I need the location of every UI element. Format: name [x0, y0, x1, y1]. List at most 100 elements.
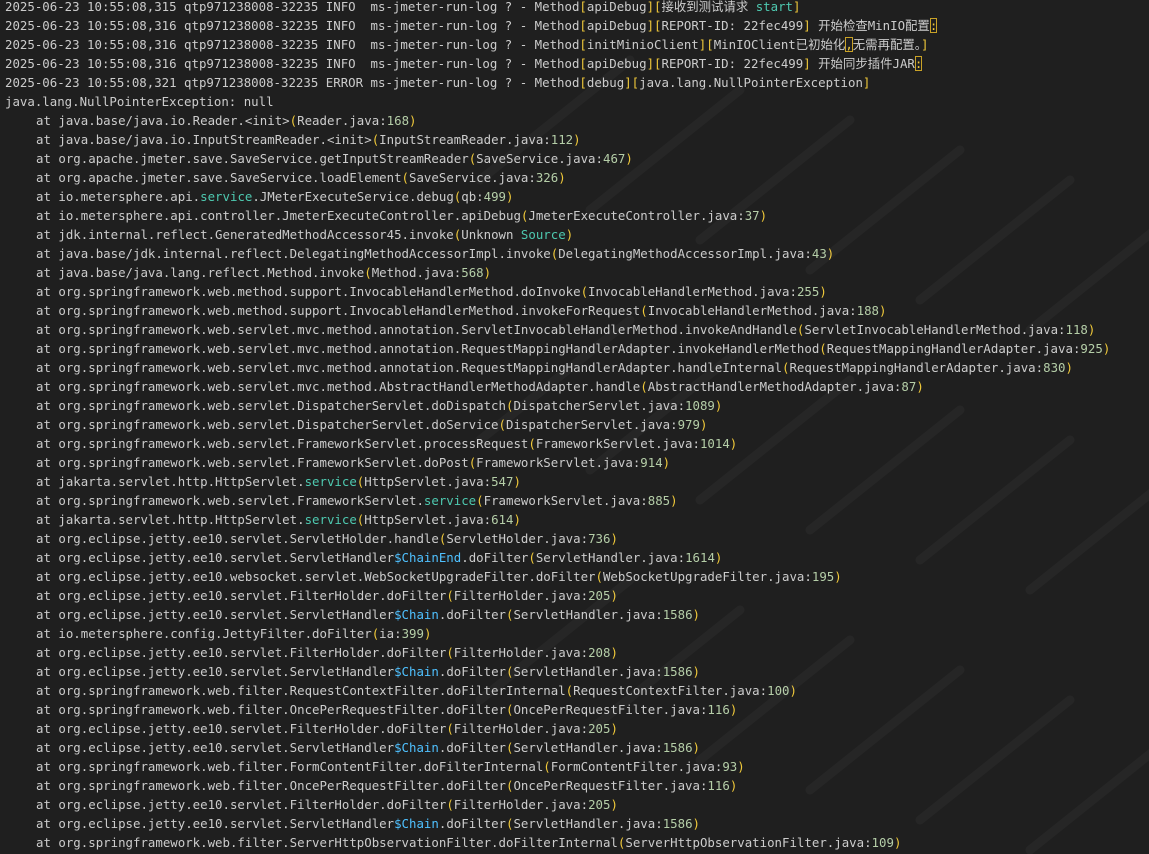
paren-close: ) [625, 151, 633, 166]
paren-open: ( [446, 645, 454, 660]
stack-line-number: 205 [588, 588, 611, 603]
stack-file: ia [379, 626, 395, 641]
paren-close: ) [513, 512, 521, 527]
stack-file: ServletInvocableHandlerMethod.java [804, 322, 1059, 337]
stack-frame: at org.eclipse.jetty.ee10.servlet.Servle… [5, 548, 1149, 567]
log-bracket: [ [579, 18, 587, 33]
stack-line-number: 100 [767, 683, 790, 698]
log-bracket: ][ [624, 75, 640, 90]
log-bracket: [ [579, 0, 587, 14]
stack-at: at [36, 493, 59, 508]
paren-close: ) [916, 379, 924, 394]
stack-at: at [36, 265, 59, 280]
paren-close: ) [714, 398, 723, 413]
log-message: debug [586, 75, 625, 90]
stack-method: org.eclipse.jetty.ee10.servlet.ServletHa… [58, 816, 395, 831]
stack-file: JmeterExecuteController.java [528, 208, 738, 223]
paren-open: ( [446, 721, 454, 736]
stack-method: jakarta.servlet.http.HttpServlet. [58, 474, 305, 489]
stack-file: RequestContextFilter.java [573, 683, 760, 698]
log-line: 2025-06-23 10:55:08,321 qtp971238008-322… [5, 73, 1149, 92]
log-bracket: ] [803, 18, 811, 33]
stack-file: SaveService.java [476, 151, 596, 166]
paren-close: ) [692, 664, 700, 679]
log-bracket: ] [793, 0, 801, 14]
stack-file: RequestMappingHandlerAdapter.java [789, 360, 1036, 375]
stack-line-number: 37 [744, 208, 760, 223]
stack-at: at [36, 550, 59, 565]
stack-frame: at org.springframework.web.servlet.mvc.m… [5, 320, 1149, 339]
stack-method: org.springframework.web.servlet.Framewor… [58, 436, 529, 451]
log-message: MinIOClient已初始化 [713, 37, 846, 52]
stack-line-number: 1586 [662, 816, 693, 831]
stack-line-number: 112 [550, 132, 574, 147]
log-prefix: 2025-06-23 10:55:08,315 qtp971238008-322… [5, 0, 580, 14]
stack-colon: : [640, 493, 648, 508]
stack-method: org.springframework.web.servlet.mvc.meth… [58, 341, 820, 356]
stack-colon: : [692, 436, 700, 451]
stack-at: at [36, 170, 59, 185]
stack-frame: at org.apache.jmeter.save.SaveService.lo… [5, 168, 1149, 187]
stack-method: org.apache.jmeter.save.SaveService.loadE… [58, 170, 402, 185]
stack-inner-class: $Chain [394, 816, 439, 831]
log-message: 接收到测试请求 start [661, 0, 793, 14]
stack-file: OncePerRequestFilter.java [513, 778, 700, 793]
paren-open: ( [498, 417, 506, 432]
stack-method: org.springframework.web.filter.FormConte… [58, 759, 544, 774]
stack-line-number: 93 [722, 759, 738, 774]
stack-at: at [36, 531, 59, 546]
stack-file: FrameworkServlet.java [476, 455, 633, 470]
stack-colon: : [804, 246, 812, 261]
paren-close: ) [670, 493, 678, 508]
log-bracket: [ [579, 37, 587, 52]
stack-file: DispatcherServlet.java [506, 417, 671, 432]
log-bracket: ][ [646, 18, 662, 33]
stack-colon: : [580, 531, 589, 546]
stack-at: at [36, 246, 59, 261]
stack-at: at [36, 512, 59, 527]
stack-method: org.eclipse.jetty.ee10.servlet.FilterHol… [58, 645, 447, 660]
stack-line-number: 205 [588, 721, 611, 736]
stack-line-number: 1586 [662, 607, 693, 622]
stack-frame: at org.springframework.web.filter.Reques… [5, 681, 1149, 700]
stack-frame: at org.eclipse.jetty.ee10.servlet.Servle… [5, 662, 1149, 681]
stack-method: java.base/java.io.InputStreamReader.<ini… [58, 132, 372, 147]
log-message: initMinioClient [586, 37, 699, 52]
stack-method-suffix: .doFilter [438, 816, 506, 831]
paren-close: ) [610, 645, 618, 660]
stack-colon: : [1058, 322, 1066, 337]
stack-line-number: 118 [1065, 322, 1088, 337]
stack-file: FrameworkServlet.java [535, 436, 693, 451]
paren-open: ( [476, 493, 484, 508]
stack-line-number: 109 [871, 835, 894, 850]
stack-at: at [36, 322, 59, 337]
paren-close: ) [423, 626, 432, 641]
stack-line-number: 208 [588, 645, 611, 660]
stack-colon: : [759, 683, 768, 698]
stack-line-number: 1089 [685, 398, 715, 413]
log-message: apiDebug [586, 0, 647, 14]
log-bracket: [ [579, 75, 587, 90]
stack-frame: at org.eclipse.jetty.ee10.servlet.Servle… [5, 814, 1149, 833]
stack-method-suffix: .doFilter [461, 550, 529, 565]
stack-file: WebSocketUpgradeFilter.java [602, 569, 805, 584]
stack-colon: : [849, 303, 857, 318]
stack-at: at [36, 702, 59, 717]
paren-open: ( [640, 303, 648, 318]
log-viewer[interactable]: 2025-06-23 10:55:08,315 qtp971238008-322… [0, 0, 1149, 854]
stack-keyword: service [304, 512, 357, 527]
stack-frame: at org.springframework.web.filter.OncePe… [5, 700, 1149, 719]
stack-method: org.springframework.web.method.support.I… [58, 284, 581, 299]
paren-close: ) [737, 759, 745, 774]
log-bracket: [ [579, 56, 587, 71]
log-bracket: ][ [646, 56, 662, 71]
stack-method: org.eclipse.jetty.ee10.servlet.FilterHol… [58, 588, 447, 603]
paren-close: ) [729, 436, 738, 451]
stack-line-number: 925 [1080, 341, 1103, 356]
stack-frame: at jdk.internal.reflect.GeneratedMethodA… [5, 225, 1149, 244]
stack-colon: : [655, 664, 663, 679]
stack-inner-class: $Chain [394, 607, 439, 622]
stack-at: at [36, 778, 59, 793]
log-line: 2025-06-23 10:55:08,315 qtp971238008-322… [5, 0, 1149, 16]
stack-at: at [36, 227, 59, 242]
